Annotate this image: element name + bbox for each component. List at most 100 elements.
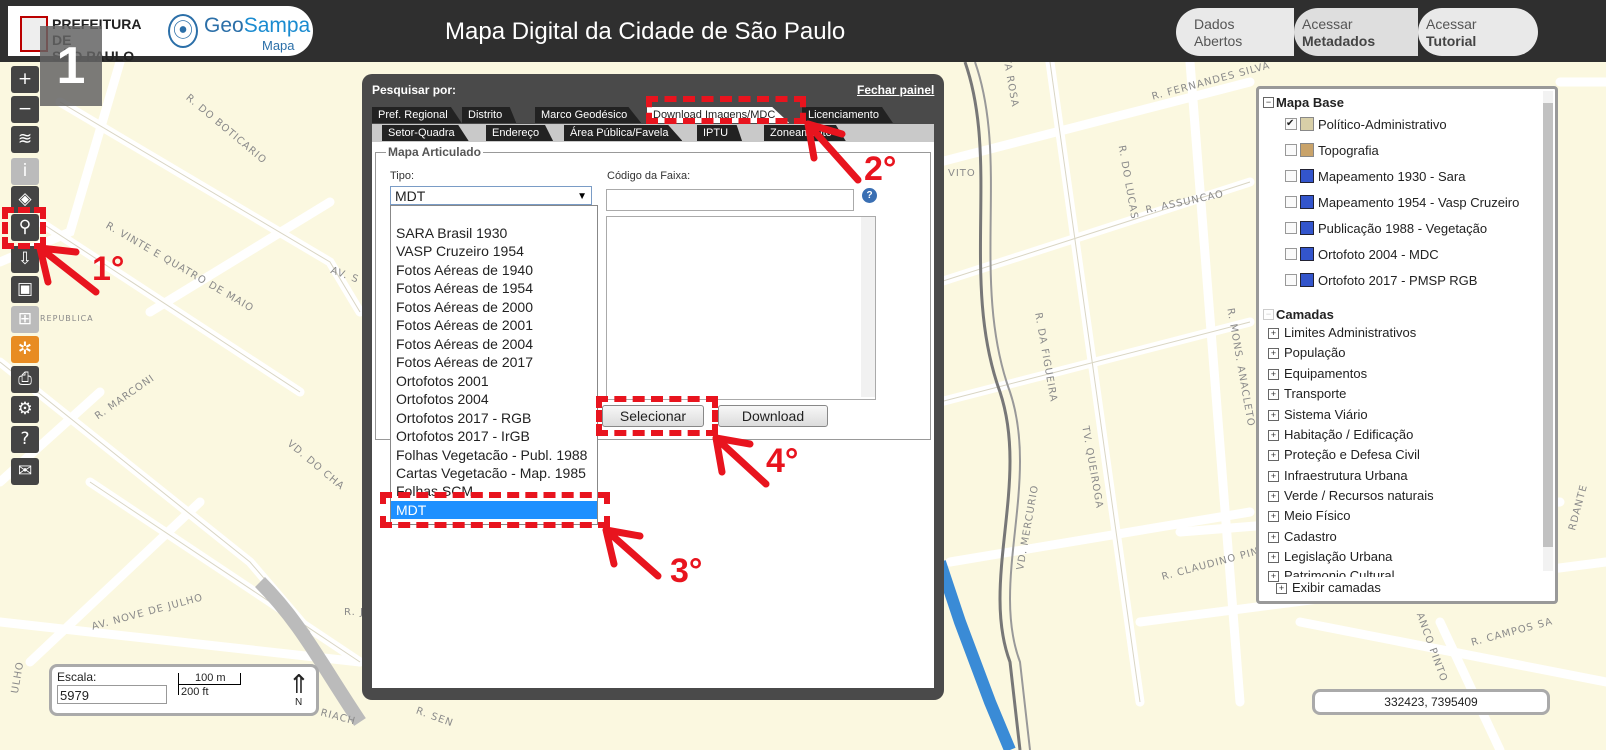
layers-icon[interactable]: ≋ (11, 126, 39, 153)
acessar-metadados-button[interactable]: Acessar Metadados (1294, 8, 1418, 56)
collapse-icon[interactable]: − (1263, 309, 1274, 320)
base-layer-label[interactable]: Político-Administrativo (1318, 117, 1447, 132)
camada-label[interactable]: Proteção e Defesa Civil (1284, 447, 1420, 462)
dados-abertos-button[interactable]: Dados Abertos (1176, 8, 1294, 56)
expand-icon[interactable]: + (1268, 389, 1279, 400)
expand-icon[interactable]: + (1268, 491, 1279, 502)
expand-icon[interactable]: + (1268, 328, 1279, 339)
base-checkbox[interactable]: ✔ (1285, 118, 1297, 130)
topografia-swatch-icon (1300, 143, 1314, 157)
camada-label[interactable]: População (1284, 345, 1345, 360)
tab-pref-regional[interactable]: Pref. Regional (372, 107, 462, 123)
tab-endereco[interactable]: Endereço (486, 125, 554, 141)
expand-icon[interactable]: + (1268, 511, 1279, 522)
ruler-icon[interactable]: ⊞ (11, 306, 39, 333)
expand-icon[interactable]: + (1276, 583, 1287, 594)
tab-distrito[interactable]: Distrito (462, 107, 517, 123)
search-by-label: Pesquisar por: (372, 83, 457, 97)
base-checkbox[interactable] (1285, 248, 1297, 260)
camada-label[interactable]: Infraestrutura Urbana (1284, 468, 1408, 483)
expand-icon[interactable]: + (1268, 410, 1279, 421)
bicycle-icon[interactable]: ✲ (11, 336, 39, 363)
dropdown-option[interactable]: SARA Brasil 1930 (391, 224, 597, 242)
tab-iptu[interactable]: IPTU (697, 125, 743, 141)
dropdown-option[interactable]: Ortofotos 2017 - RGB (391, 409, 597, 427)
base-layer-label[interactable]: Topografia (1318, 143, 1379, 158)
mail-icon[interactable]: ✉ (11, 458, 39, 485)
expand-icon[interactable]: + (1268, 369, 1279, 380)
camada-label[interactable]: Meio Físico (1284, 508, 1350, 523)
dropdown-option[interactable]: Ortofotos 2004 (391, 390, 597, 408)
base-checkbox[interactable] (1285, 196, 1297, 208)
dropdown-option[interactable]: Fotos Aéreas de 2017 (391, 353, 597, 371)
camada-label[interactable]: Legislação Urbana (1284, 549, 1392, 564)
base-layer-label[interactable]: Ortofoto 2004 - MDC (1318, 247, 1439, 262)
print-icon[interactable]: ⎙ (11, 366, 39, 393)
info-icon[interactable]: i (11, 158, 39, 185)
camada-label[interactable]: Patrimonio Cultural (1284, 568, 1395, 577)
dropdown-option[interactable]: VASP Cruzeiro 1954 (391, 242, 597, 260)
layers-scroll-thumb[interactable] (1543, 103, 1553, 547)
dropdown-option[interactable]: Fotos Aéreas de 2000 (391, 298, 597, 316)
help-icon[interactable]: ? (11, 426, 39, 453)
camada-label[interactable]: Limites Administrativos (1284, 325, 1416, 340)
tab-marco-geodesico[interactable]: Marco Geodésico (535, 107, 642, 123)
tipo-select[interactable]: MDT ▼ (390, 186, 592, 205)
settings-icon[interactable]: ⚙ (11, 396, 39, 423)
dropdown-option[interactable]: Folhas Vegetacão - Publ. 1988 (391, 446, 597, 464)
dropdown-option[interactable]: Fotos Aéreas de 1940 (391, 261, 597, 279)
dropdown-option[interactable]: Ortofotos 2017 - IrGB (391, 427, 597, 445)
expand-icon[interactable]: + (1268, 532, 1279, 543)
camada-label[interactable]: Cadastro (1284, 529, 1337, 544)
base-layer-label[interactable]: Ortofoto 2017 - PMSP RGB (1318, 273, 1477, 288)
list-scrollbar[interactable] (861, 217, 875, 397)
dropdown-option[interactable]: Cartas Vegetacão - Map. 1985 (391, 464, 597, 482)
close-panel-link[interactable]: Fechar painel (857, 83, 934, 97)
collapse-icon[interactable]: − (1263, 97, 1274, 108)
politico-swatch-icon (1300, 117, 1314, 131)
codigo-faixa-list[interactable] (606, 216, 876, 400)
base-layer-label[interactable]: Mapeamento 1954 - Vasp Cruzeiro (1318, 195, 1519, 210)
image-swatch-icon (1300, 195, 1314, 209)
dropdown-option[interactable]: Fotos Aéreas de 2001 (391, 316, 597, 334)
tab-licenciamento[interactable]: Licenciamento (802, 107, 893, 123)
expand-icon[interactable]: + (1268, 348, 1279, 359)
save-icon[interactable]: ▣ (11, 276, 39, 303)
base-layer-label[interactable]: Publicação 1988 - Vegetação (1318, 221, 1487, 236)
dropdown-option[interactable]: Ortofotos 2001 (391, 372, 597, 390)
dropdown-option[interactable]: Fotos Aéreas de 2004 (391, 335, 597, 353)
base-checkbox[interactable] (1285, 222, 1297, 234)
camada-label[interactable]: Sistema Viário (1284, 407, 1368, 422)
base-checkbox[interactable] (1285, 170, 1297, 182)
download-button[interactable]: Download (718, 405, 828, 427)
scale-input[interactable]: 5979 (57, 685, 167, 704)
tipo-dropdown-list[interactable]: SARA Brasil 1930 VASP Cruzeiro 1954 Foto… (390, 205, 598, 525)
base-checkbox[interactable] (1285, 144, 1297, 156)
download-icon[interactable]: ⇩ (11, 246, 39, 273)
expand-icon[interactable]: + (1268, 552, 1279, 563)
zoom-out-icon[interactable]: − (11, 96, 39, 123)
expand-icon[interactable]: + (1268, 430, 1279, 441)
zoom-in-icon[interactable]: + (11, 66, 39, 93)
base-checkbox[interactable] (1285, 274, 1297, 286)
camada-label[interactable]: Habitação / Edificação (1284, 427, 1413, 442)
dropdown-option[interactable]: Fotos Aéreas de 1954 (391, 279, 597, 297)
expand-icon[interactable]: + (1268, 450, 1279, 461)
camada-label[interactable]: Transporte (1284, 386, 1346, 401)
exibir-camadas-link[interactable]: Exibir camadas (1292, 580, 1381, 595)
base-layer-label[interactable]: Mapeamento 1930 - Sara (1318, 169, 1465, 184)
tab-setor-quadra[interactable]: Setor-Quadra (382, 125, 469, 141)
expand-icon[interactable]: + (1268, 571, 1279, 582)
acessar-tutorial-button[interactable]: Acessar Tutorial (1418, 8, 1538, 56)
tab-zoneamento[interactable]: Zoneamento (764, 125, 846, 141)
scale-feet: 200 ft (181, 686, 209, 698)
expand-icon[interactable]: + (1268, 471, 1279, 482)
fieldset-legend: Mapa Articulado (386, 145, 483, 159)
help-icon[interactable]: ? (862, 188, 877, 203)
camada-label[interactable]: Equipamentos (1284, 366, 1367, 381)
codigo-faixa-input[interactable] (606, 189, 854, 211)
camada-label[interactable]: Verde / Recursos naturais (1284, 488, 1434, 503)
tab-area-publica[interactable]: Área Pública/Favela (564, 125, 683, 141)
scale-bar (178, 684, 240, 685)
step-badge: 1 (40, 26, 102, 106)
